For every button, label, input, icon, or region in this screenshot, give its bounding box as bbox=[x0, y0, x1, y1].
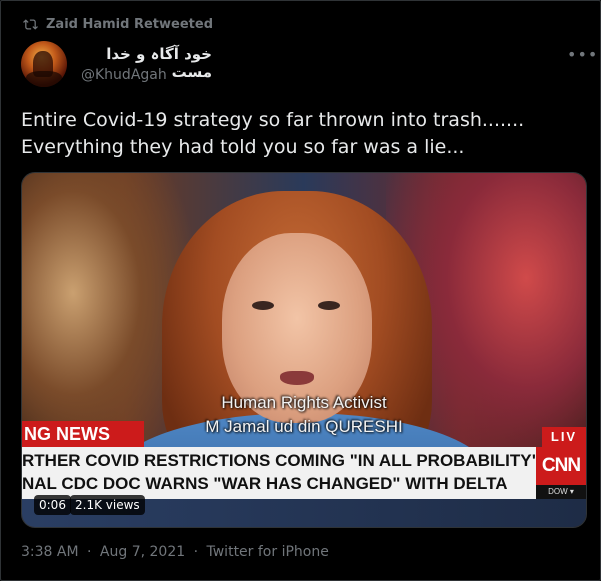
ticker-line: NAL CDC DOC WARNS "WAR HAS CHANGED" WITH… bbox=[22, 474, 508, 493]
author-handle[interactable]: @KhudAgah bbox=[81, 67, 167, 83]
tweet-line: Entire Covid-19 strategy so far thrown i… bbox=[21, 109, 525, 131]
market-label: DOW ▾ bbox=[536, 485, 586, 499]
more-icon[interactable]: ••• bbox=[567, 45, 598, 64]
network-logo: CNN bbox=[536, 447, 586, 485]
separator: · bbox=[87, 544, 92, 560]
retweet-label: Zaid Hamid Retweeted bbox=[46, 16, 213, 32]
retweet-icon bbox=[23, 18, 38, 30]
separator: · bbox=[193, 544, 199, 560]
news-ticker: RTHER COVID RESTRICTIONS COMING "IN ALL … bbox=[22, 447, 540, 499]
tweet-source[interactable]: Twitter for iPhone bbox=[207, 544, 329, 560]
video-player[interactable]: Human Rights Activist M Jamal ud din QUR… bbox=[21, 172, 587, 528]
tweet-date[interactable]: Aug 7, 2021 bbox=[100, 544, 185, 560]
ticker-line: RTHER COVID RESTRICTIONS COMING "IN ALL … bbox=[22, 451, 540, 470]
live-label: LIV bbox=[542, 427, 586, 447]
retweet-header[interactable]: Zaid Hamid Retweeted bbox=[23, 13, 213, 35]
tweet-metadata: 3:38 AM · Aug 7, 2021 · Twitter for iPho… bbox=[21, 544, 329, 560]
tweet-card[interactable]: Zaid Hamid Retweeted خود آگاہ و خدا مست … bbox=[0, 0, 601, 581]
tweet-time[interactable]: 3:38 AM bbox=[21, 544, 79, 560]
video-views: 2.1K views bbox=[70, 495, 145, 515]
news-label: NG NEWS bbox=[22, 421, 144, 447]
tweet-line: Everything they had told you so far was … bbox=[21, 136, 465, 158]
avatar[interactable] bbox=[21, 41, 67, 87]
video-duration: 0:06 bbox=[34, 495, 71, 515]
tweet-text: Entire Covid-19 strategy so far thrown i… bbox=[21, 107, 591, 161]
video-subtitle: Human Rights Activist bbox=[221, 393, 387, 412]
